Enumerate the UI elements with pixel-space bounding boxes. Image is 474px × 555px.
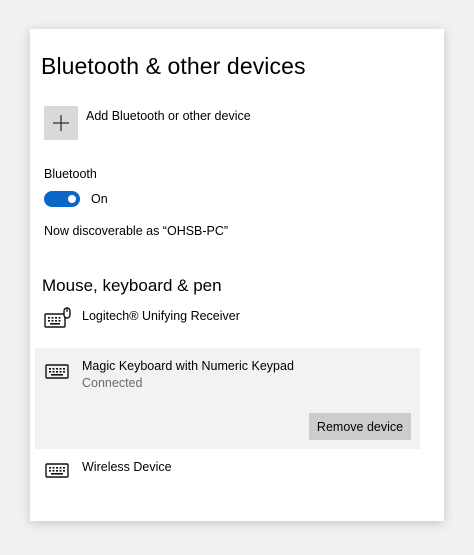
toggle-knob xyxy=(68,195,76,203)
plus-icon xyxy=(53,115,69,131)
remove-device-button[interactable]: Remove device xyxy=(309,413,411,440)
device-item-magic-keyboard[interactable]: Magic Keyboard with Numeric Keypad Conne… xyxy=(35,348,420,449)
settings-panel: Bluetooth & other devices Add Bluetooth … xyxy=(30,29,444,521)
device-name: Wireless Device xyxy=(82,460,172,474)
keyboard-mouse-icon xyxy=(44,307,71,328)
device-item-wireless-device[interactable]: Wireless Device xyxy=(35,455,420,491)
bluetooth-toggle[interactable] xyxy=(44,191,80,207)
device-name: Magic Keyboard with Numeric Keypad xyxy=(82,359,294,373)
device-name: Logitech® Unifying Receiver xyxy=(82,309,240,323)
page-title: Bluetooth & other devices xyxy=(41,53,306,79)
keyboard-icon xyxy=(45,463,69,478)
section-title: Mouse, keyboard & pen xyxy=(42,276,222,295)
add-device-row[interactable]: Add Bluetooth or other device xyxy=(44,106,251,140)
device-status: Connected xyxy=(82,376,143,390)
bluetooth-toggle-row[interactable]: On xyxy=(44,191,108,207)
bluetooth-label: Bluetooth xyxy=(44,167,97,181)
toggle-state-label: On xyxy=(91,192,108,206)
device-item-logitech-receiver[interactable]: Logitech® Unifying Receiver xyxy=(35,303,420,339)
discoverable-text: Now discoverable as “OHSB-PC” xyxy=(44,224,229,238)
keyboard-icon xyxy=(45,364,69,379)
add-device-label[interactable]: Add Bluetooth or other device xyxy=(86,109,251,123)
add-device-button[interactable] xyxy=(44,106,78,140)
